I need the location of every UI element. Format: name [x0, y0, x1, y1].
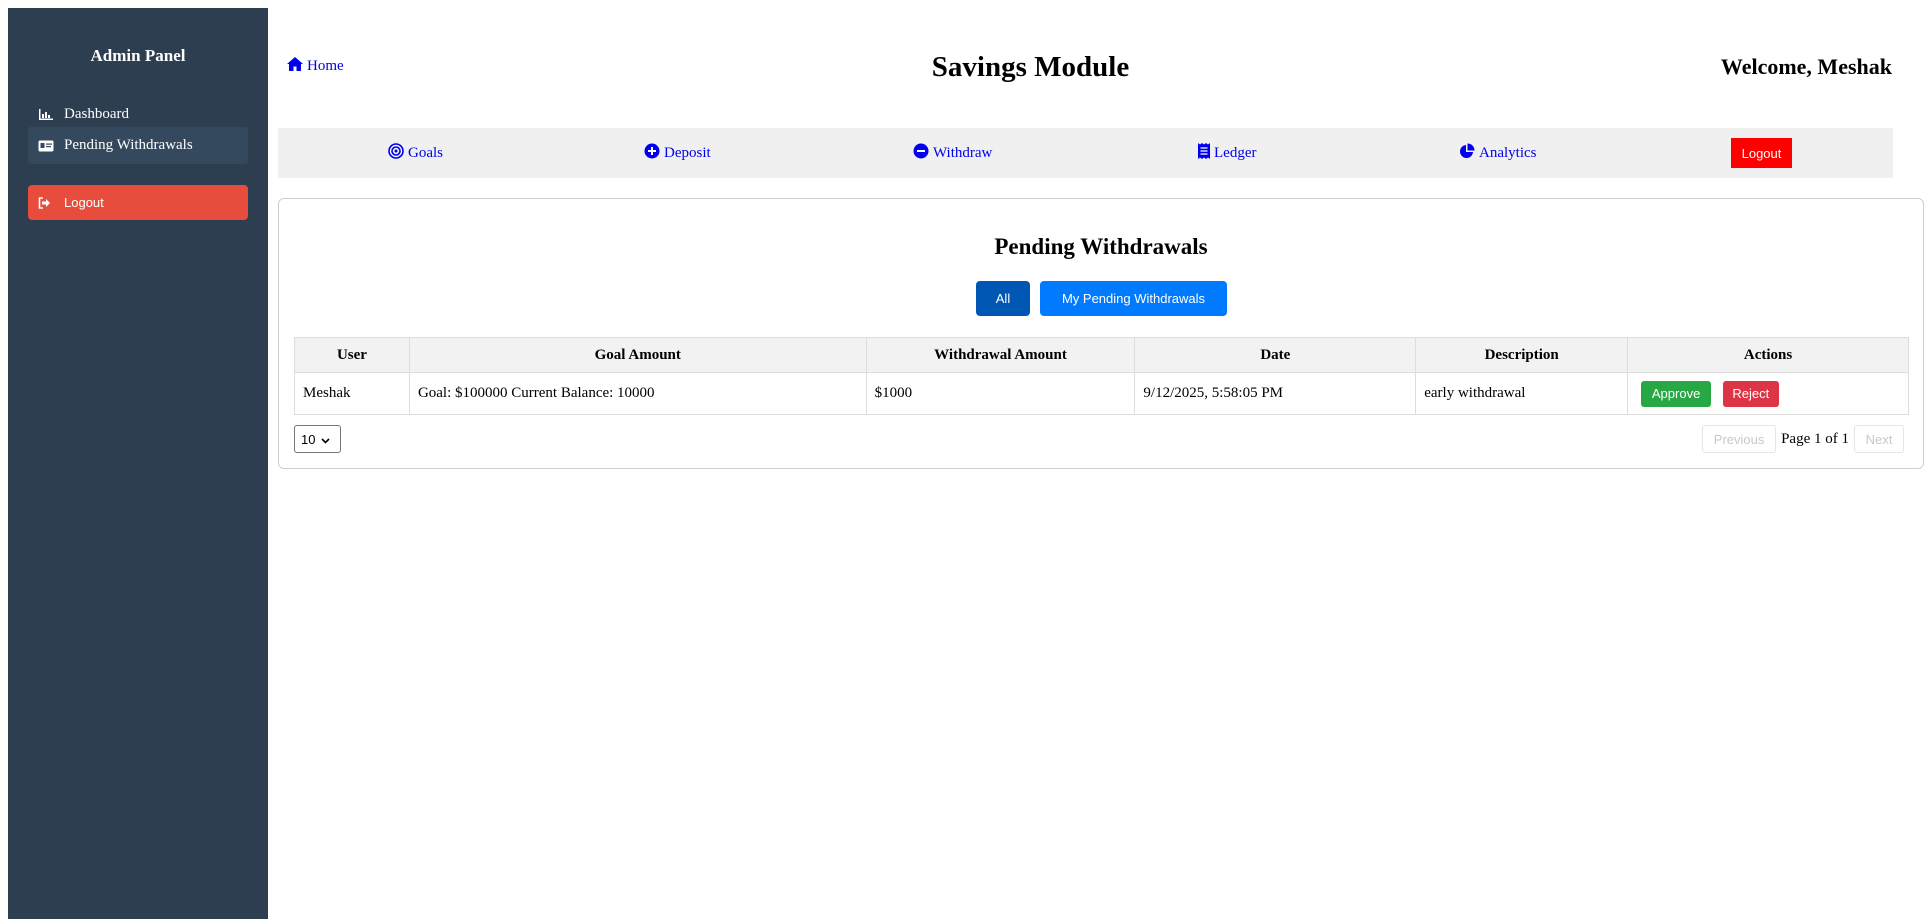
column-header-description: Description: [1415, 337, 1629, 373]
minus-circle-icon: [913, 143, 929, 164]
nav-deposit[interactable]: Deposit: [644, 143, 711, 164]
column-header-user: User: [294, 337, 410, 373]
nav-withdraw-label: Withdraw: [933, 145, 993, 161]
cell-user: Meshak: [294, 372, 410, 415]
nav-goals-label: Goals: [408, 145, 443, 161]
approve-button[interactable]: Approve: [1641, 380, 1712, 407]
nav-analytics[interactable]: Analytics: [1459, 143, 1537, 164]
home-label: Home: [307, 58, 344, 74]
id-card-icon: [38, 139, 54, 153]
next-page-button[interactable]: Next: [1854, 425, 1904, 453]
sidebar-item-label: Dashboard: [64, 106, 129, 122]
nav-goals[interactable]: Goals: [388, 143, 443, 164]
pending-withdrawals-card: Pending Withdrawals All My Pending Withd…: [278, 198, 1924, 469]
column-header-goal-amount: Goal Amount: [408, 337, 867, 373]
table-row: Meshak Goal: $100000 Current Balance: 10…: [294, 372, 1909, 415]
module-navbar: Goals Deposit Withdraw Ledger Analytics …: [278, 128, 1893, 178]
page-size-select[interactable]: 10: [294, 425, 341, 453]
welcome-message: Welcome, Meshak: [1720, 54, 1892, 79]
page-indicator: Page 1 of 1: [1781, 430, 1849, 447]
page-title-text: Savings Module: [931, 51, 1130, 83]
cell-description: early withdrawal: [1415, 372, 1629, 415]
filter-my-pending-button[interactable]: My Pending Withdrawals: [1040, 281, 1227, 316]
sidebar-logout-button[interactable]: Logout: [28, 185, 248, 220]
column-header-date: Date: [1134, 337, 1417, 373]
home-icon: [287, 57, 303, 76]
nav-withdraw[interactable]: Withdraw: [913, 143, 992, 164]
filter-all-button[interactable]: All: [976, 281, 1030, 316]
nav-analytics-label: Analytics: [1479, 145, 1537, 161]
nav-logout-button[interactable]: Logout: [1731, 138, 1792, 168]
pagination: Previous Page 1 of 1 Next: [1702, 425, 1904, 453]
pie-chart-icon: [1459, 143, 1475, 164]
nav-ledger[interactable]: Ledger: [1198, 143, 1256, 164]
sidebar-item-pending-withdrawals[interactable]: Pending Withdrawals: [28, 127, 248, 164]
card-title: Pending Withdrawals: [994, 234, 1208, 259]
sidebar-title: Admin Panel: [90, 46, 186, 65]
sidebar-logout-label: Logout: [64, 195, 104, 210]
cell-actions: Approve Reject: [1627, 372, 1909, 415]
nav-ledger-label: Ledger: [1214, 145, 1257, 161]
column-header-actions: Actions: [1627, 337, 1909, 373]
bar-chart-icon: [38, 108, 54, 122]
sign-out-icon: [38, 196, 54, 210]
table-header-row: User Goal Amount Withdrawal Amount Date …: [294, 337, 1909, 373]
page-size-value: 10: [301, 431, 316, 447]
chevron-down-icon: [321, 432, 331, 447]
sidebar-item-label: Pending Withdrawals: [64, 137, 193, 153]
previous-page-button[interactable]: Previous: [1702, 425, 1777, 453]
target-icon: [388, 143, 404, 164]
receipt-icon: [1198, 143, 1210, 164]
cell-date: 9/12/2025, 5:58:05 PM: [1134, 372, 1417, 415]
cell-withdrawal-amount: $1000: [865, 372, 1136, 415]
plus-circle-icon: [644, 143, 660, 164]
home-link[interactable]: Home: [287, 57, 344, 76]
nav-deposit-label: Deposit: [664, 145, 711, 161]
reject-button[interactable]: Reject: [1722, 380, 1779, 407]
sidebar: Admin Panel Dashboard Pending Withdrawal…: [8, 8, 268, 919]
cell-goal-amount: Goal: $100000 Current Balance: 10000: [408, 372, 867, 415]
column-header-withdrawal-amount: Withdrawal Amount: [865, 337, 1136, 373]
withdrawals-table: User Goal Amount Withdrawal Amount Date …: [294, 337, 1909, 415]
